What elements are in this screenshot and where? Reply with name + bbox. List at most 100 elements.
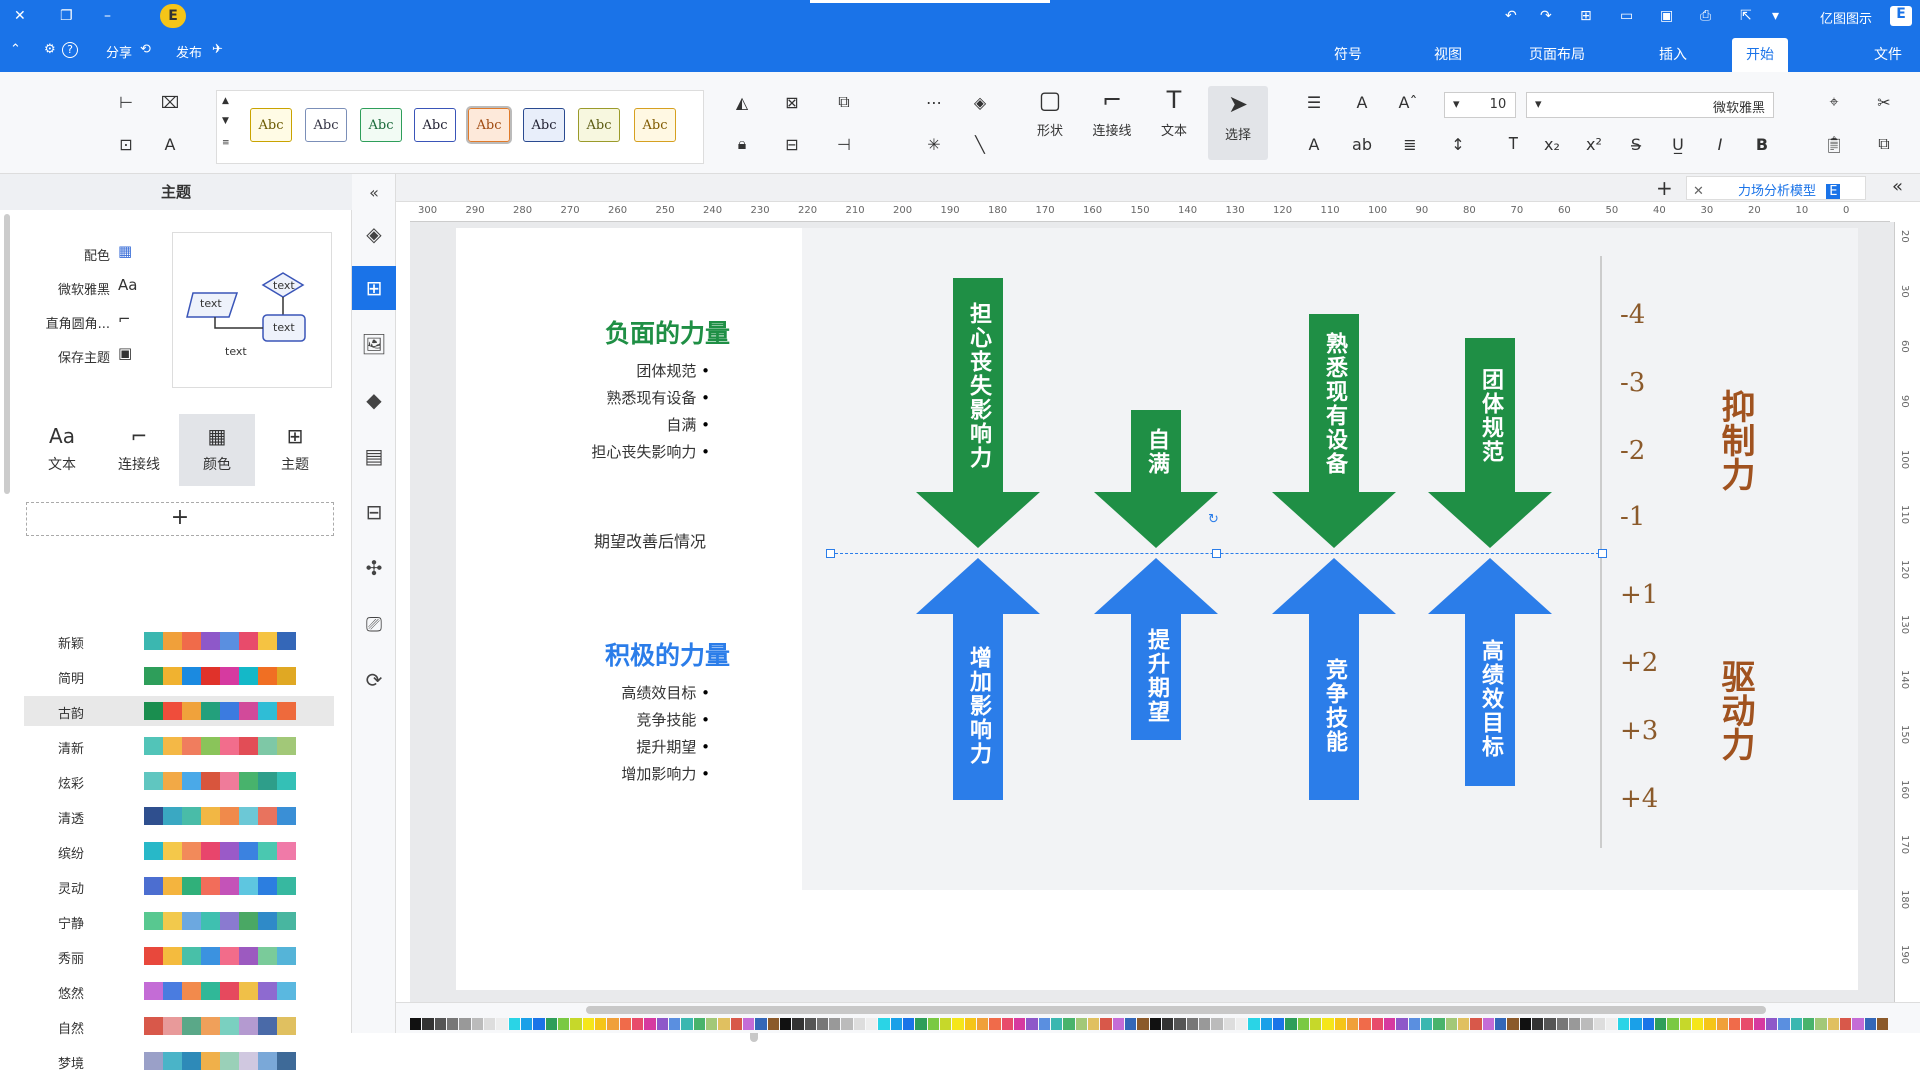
- color-swatch[interactable]: [841, 1018, 853, 1030]
- publish-icon[interactable]: ✈: [212, 42, 223, 57]
- more-icon[interactable]: ▾: [1772, 8, 1779, 24]
- style-swatch[interactable]: Abc: [250, 108, 292, 142]
- color-swatch[interactable]: [434, 1018, 446, 1030]
- color-swatch[interactable]: [1470, 1018, 1482, 1030]
- color-swatch[interactable]: [940, 1018, 952, 1030]
- color-swatch[interactable]: [582, 1018, 594, 1030]
- color-swatch[interactable]: [1827, 1018, 1840, 1030]
- color-swatch[interactable]: [1618, 1018, 1630, 1030]
- style-swatch[interactable]: Abc: [305, 108, 347, 142]
- color-swatch[interactable]: [1420, 1018, 1433, 1030]
- color-swatch[interactable]: [1186, 1018, 1198, 1030]
- palette-row[interactable]: 秀丽: [24, 941, 334, 971]
- effects-icon[interactable]: ✳: [920, 130, 948, 158]
- collapse-right-icon[interactable]: «: [1892, 176, 1903, 197]
- palette-row[interactable]: 缤纷: [24, 836, 334, 866]
- palette-row[interactable]: 清透: [24, 801, 334, 831]
- add-theme-button[interactable]: +: [26, 502, 334, 536]
- bold-icon[interactable]: B: [1748, 130, 1776, 158]
- tab-home[interactable]: 开始: [1732, 38, 1788, 72]
- color-swatch[interactable]: [1531, 1018, 1544, 1030]
- color-swatch[interactable]: [1679, 1018, 1692, 1030]
- font-size-select[interactable]: ▾ 10: [1444, 92, 1516, 118]
- color-swatch[interactable]: [422, 1018, 434, 1030]
- text-direction-icon[interactable]: Ꭲ: [1500, 130, 1528, 158]
- palette-row[interactable]: 梦境: [24, 1046, 334, 1076]
- color-swatch[interactable]: [545, 1018, 557, 1030]
- option-connector[interactable]: ⌐ 直角圆角...: [40, 308, 150, 334]
- font-grow-icon[interactable]: A: [1348, 88, 1376, 116]
- print-icon[interactable]: ⎙: [1700, 8, 1711, 24]
- color-swatch[interactable]: [1137, 1018, 1149, 1030]
- color-swatch[interactable]: [1260, 1018, 1272, 1030]
- app-badge[interactable]: E: [160, 4, 186, 28]
- color-swatch[interactable]: [1581, 1018, 1593, 1030]
- style-swatch[interactable]: Abc: [523, 108, 565, 142]
- style-swatch[interactable]: Abc: [634, 108, 676, 142]
- color-swatch[interactable]: [1235, 1018, 1248, 1030]
- color-swatch[interactable]: [483, 1018, 496, 1030]
- presentation-icon[interactable]: ⎚: [352, 602, 396, 646]
- color-swatch[interactable]: [1667, 1018, 1679, 1030]
- color-swatch[interactable]: [1766, 1018, 1778, 1030]
- color-swatch[interactable]: [1125, 1018, 1137, 1030]
- color-swatch[interactable]: [730, 1018, 742, 1030]
- help-icon[interactable]: ?: [62, 42, 78, 58]
- color-swatch[interactable]: [520, 1018, 533, 1030]
- color-swatch[interactable]: [496, 1018, 508, 1030]
- color-swatch[interactable]: [1199, 1018, 1211, 1030]
- tab-file[interactable]: 文件: [1860, 38, 1916, 66]
- color-swatch[interactable]: [1790, 1018, 1803, 1030]
- color-swatch[interactable]: [903, 1018, 915, 1030]
- position-icon[interactable]: ⊣: [830, 130, 858, 158]
- gallery-up-icon[interactable]: ▲: [222, 96, 229, 106]
- color-swatch[interactable]: [1494, 1018, 1507, 1030]
- color-swatch[interactable]: [1038, 1018, 1051, 1030]
- color-swatch[interactable]: [533, 1018, 545, 1030]
- palette-row[interactable]: 灵动: [24, 871, 334, 901]
- align-icon[interactable]: ⊢: [112, 88, 140, 116]
- color-swatch[interactable]: [1729, 1018, 1741, 1030]
- color-swatch[interactable]: [1075, 1018, 1088, 1030]
- bullets-icon[interactable]: ☰: [1300, 88, 1328, 116]
- driving-arrow[interactable]: 竞争技能: [1272, 558, 1396, 800]
- color-swatch[interactable]: [779, 1018, 792, 1030]
- theme-grid-icon[interactable]: ⊞: [352, 266, 396, 310]
- color-swatch[interactable]: [410, 1018, 422, 1030]
- driving-arrow[interactable]: 高绩效目标: [1428, 558, 1552, 786]
- color-swatch[interactable]: [742, 1018, 755, 1030]
- selection-handle[interactable]: [826, 549, 835, 558]
- share-label[interactable]: 分享: [106, 42, 132, 61]
- tab-view[interactable]: 视图: [1420, 38, 1476, 66]
- copy-icon[interactable]: ⧉: [1870, 130, 1898, 158]
- color-swatch[interactable]: [1063, 1018, 1075, 1030]
- attributes-icon[interactable]: ⊟: [352, 490, 396, 534]
- color-swatch[interactable]: [1877, 1018, 1889, 1030]
- flip-icon[interactable]: ◭: [728, 88, 756, 116]
- save-icon[interactable]: ▣: [1660, 8, 1673, 24]
- color-swatch[interactable]: [705, 1018, 718, 1030]
- font-color-a-icon[interactable]: A: [1300, 130, 1328, 158]
- superscript-icon[interactable]: x²: [1580, 130, 1608, 158]
- close-tab-icon[interactable]: ✕: [1693, 184, 1704, 199]
- bring-front-icon[interactable]: ⧉: [830, 88, 858, 116]
- group-icon[interactable]: ⊡: [112, 130, 140, 158]
- color-swatch[interactable]: [1309, 1018, 1322, 1030]
- color-swatch[interactable]: [1285, 1018, 1297, 1030]
- color-swatch[interactable]: [1556, 1018, 1568, 1030]
- color-swatch[interactable]: [1051, 1018, 1063, 1030]
- mindmap-icon[interactable]: ✣: [352, 546, 396, 590]
- page-icon[interactable]: ▤: [352, 434, 396, 478]
- color-swatch[interactable]: [977, 1018, 989, 1030]
- color-swatch[interactable]: [1383, 1018, 1396, 1030]
- color-swatch[interactable]: [1778, 1018, 1790, 1030]
- color-swatch[interactable]: [1162, 1018, 1174, 1030]
- palette-row[interactable]: 新颖: [24, 626, 334, 656]
- tab-text[interactable]: Aa 文本: [24, 414, 100, 486]
- color-swatch[interactable]: [1519, 1018, 1531, 1030]
- italic-icon[interactable]: I: [1706, 130, 1734, 158]
- color-swatch[interactable]: [1815, 1018, 1827, 1030]
- color-swatch[interactable]: [681, 1018, 693, 1030]
- publish-label[interactable]: 发布: [176, 42, 202, 61]
- tab-insert[interactable]: 插入: [1645, 38, 1701, 66]
